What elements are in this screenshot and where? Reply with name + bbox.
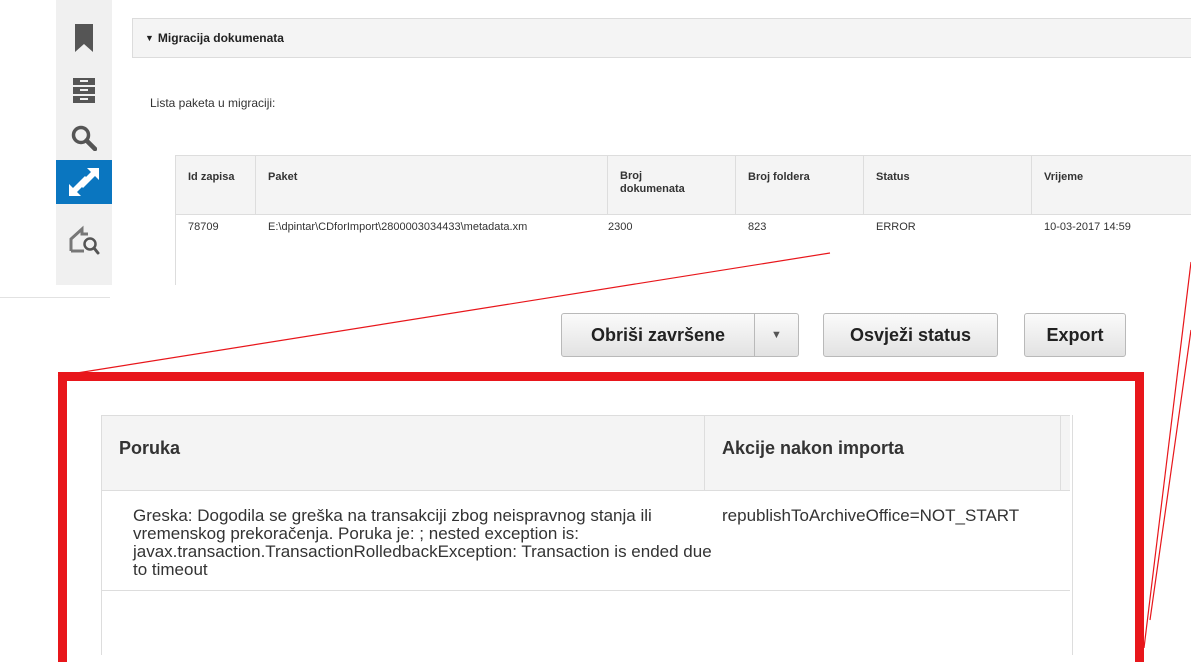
folder-search-icon (69, 225, 100, 255)
panel-header-migration[interactable]: ▼ Migracija dokumenata (132, 18, 1191, 58)
divider (0, 297, 110, 298)
left-toolbar (56, 0, 112, 285)
bookmark-icon (75, 24, 93, 52)
cell-broj-foldera: 823 (748, 221, 767, 233)
delete-options-dropdown[interactable]: ▼ (754, 313, 799, 357)
column-header-status[interactable]: Status (864, 156, 1032, 215)
migration-table: Id zapisa Paket Broj dokumenata Broj fol… (175, 155, 1191, 285)
caret-down-icon: ▼ (771, 329, 782, 341)
cell-id: 78709 (188, 221, 219, 233)
column-header-akcije[interactable]: Akcije nakon importa (705, 416, 1061, 490)
column-header-broj-dokumenata-label: Broj dokumenata (620, 170, 685, 195)
sidebar-item-migration[interactable] (56, 160, 112, 204)
sidebar-item-search[interactable] (56, 116, 112, 160)
panel-title: Migracija dokumenata (157, 31, 284, 45)
caret-down-icon: ▼ (145, 33, 154, 43)
sidebar-item-bookmarks[interactable] (56, 16, 112, 60)
column-header-vrijeme[interactable]: Vrijeme (1032, 156, 1191, 215)
column-header-broj-foldera[interactable]: Broj foldera (736, 156, 864, 215)
cell-broj-dokumenata: 2300 (608, 221, 633, 233)
sidebar-item-archive[interactable] (56, 68, 112, 112)
cell-akcije: republishToArchiveOffice=NOT_START (722, 507, 1020, 525)
row-divider (102, 590, 1070, 591)
column-header-poruka[interactable]: Poruka (102, 416, 705, 490)
search-icon (71, 125, 97, 151)
column-header-id[interactable]: Id zapisa (176, 156, 256, 215)
zoomed-table: Poruka Akcije nakon importa Greska: Dogo… (101, 415, 1073, 655)
zoomed-table-header: Poruka Akcije nakon importa (102, 415, 1070, 491)
table-header: Id zapisa Paket Broj dokumenata Broj fol… (176, 155, 1191, 215)
list-label: Lista paketa u migraciji: (150, 96, 276, 110)
refresh-status-button[interactable]: Osvježi status (823, 313, 998, 357)
migration-arrows-icon (69, 168, 99, 196)
column-header-paket[interactable]: Paket (256, 156, 608, 215)
archive-box-icon (73, 78, 95, 103)
cell-vrijeme: 10-03-2017 14:59 (1044, 221, 1131, 233)
cell-status: ERROR (876, 221, 916, 233)
export-button[interactable]: Export (1024, 313, 1126, 357)
delete-finished-button[interactable]: Obriši završene (561, 313, 755, 357)
cell-poruka: Greska: Dogodila se greška na transakcij… (133, 506, 712, 579)
cell-paket: E:\dpintar\CDforImport\2800003034433\met… (268, 221, 528, 233)
column-header-broj-dokumenata[interactable]: Broj dokumenata (608, 156, 736, 215)
sidebar-item-folder-search[interactable] (56, 218, 112, 262)
